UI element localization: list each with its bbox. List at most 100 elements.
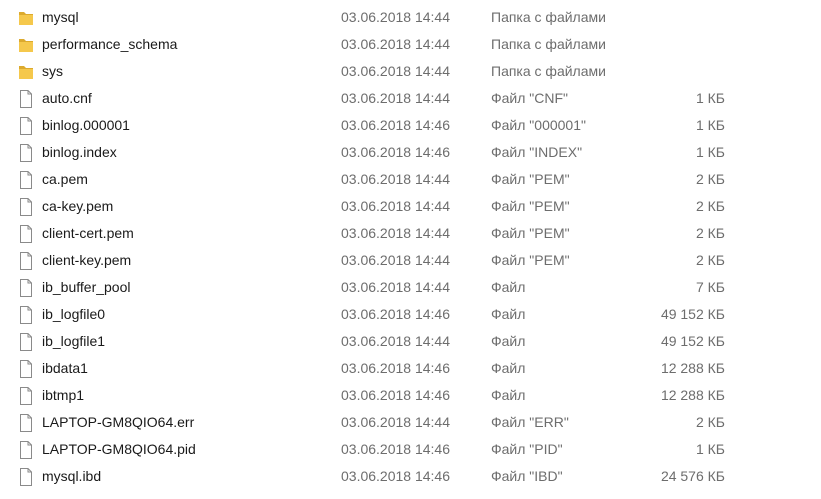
folder-icon: [18, 36, 34, 54]
file-row[interactable]: mysql 03.06.2018 14:44 Папка с файлами: [0, 4, 821, 31]
file-size: 49 152 КБ: [660, 306, 725, 322]
file-type: Файл "IBD": [491, 468, 563, 484]
file-icon: [18, 117, 34, 135]
file-date-modified: 03.06.2018 14:46: [341, 144, 450, 160]
file-name: ca.pem: [42, 171, 88, 187]
file-row[interactable]: LAPTOP-GM8QIO64.err 03.06.2018 14:44 Файл …: [0, 409, 821, 436]
file-name: ibtmp1: [42, 387, 85, 403]
file-date-modified: 03.06.2018 14:44: [341, 9, 450, 25]
folder-icon: [18, 9, 34, 27]
file-type: Файл "PEM": [491, 198, 570, 214]
file-name: mysql: [42, 9, 79, 25]
file-size: 12 288 КБ: [660, 360, 725, 376]
file-date-modified: 03.06.2018 14:46: [341, 306, 450, 322]
file-name: binlog.index: [42, 144, 117, 160]
file-row[interactable]: sys 03.06.2018 14:44 Папка с файлами: [0, 58, 821, 85]
file-row[interactable]: ib_buffer_pool 03.06.2018 14:44 Файл 7 КБ: [0, 274, 821, 301]
file-row[interactable]: ib_logfile0 03.06.2018 14:46 Файл 49 152 КБ: [0, 301, 821, 328]
file-date-modified: 03.06.2018 14:44: [341, 252, 450, 268]
file-type: Файл: [491, 333, 526, 349]
file-icon: [18, 252, 34, 270]
file-date-modified: 03.06.2018 14:44: [341, 63, 450, 79]
file-type: Файл "ERR": [491, 414, 569, 430]
file-type: Файл: [491, 279, 526, 295]
file-icon: [18, 198, 34, 216]
file-type: Файл "PEM": [491, 171, 570, 187]
file-row[interactable]: LAPTOP-GM8QIO64.pid 03.06.2018 14:46 Файл …: [0, 436, 821, 463]
file-size: 24 576 КБ: [660, 468, 725, 484]
file-date-modified: 03.06.2018 14:44: [341, 171, 450, 187]
file-icon: [18, 468, 34, 486]
file-row[interactable]: binlog.000001 03.06.2018 14:46 Файл "00000…: [0, 112, 821, 139]
file-type: Файл "PID": [491, 441, 563, 457]
file-type: Файл "CNF": [491, 90, 569, 106]
file-icon: [18, 306, 34, 324]
file-icon: [18, 144, 34, 162]
file-type: Папка с файлами: [491, 63, 606, 79]
file-name: ibdata1: [42, 360, 88, 376]
file-icon: [18, 441, 34, 459]
file-size: 2 КБ: [695, 198, 725, 214]
file-size: 1 КБ: [695, 441, 725, 457]
file-size: [600, 31, 725, 58]
file-name: auto.cnf: [42, 90, 92, 106]
file-icon: [18, 387, 34, 405]
file-icon: [18, 333, 34, 351]
file-icon: [18, 171, 34, 189]
file-list: mysql 03.06.2018 14:44 Папка с файлами perf…: [0, 4, 821, 490]
file-row[interactable]: ca.pem 03.06.2018 14:44 Файл "PEM" 2 КБ: [0, 166, 821, 193]
file-size: 7 КБ: [695, 279, 725, 295]
file-row[interactable]: ca-key.pem 03.06.2018 14:44 Файл "PEM" 2 КБ: [0, 193, 821, 220]
file-date-modified: 03.06.2018 14:46: [341, 117, 450, 133]
file-date-modified: 03.06.2018 14:46: [341, 468, 450, 484]
file-name: LAPTOP-GM8QIO64.pid: [42, 441, 196, 457]
file-name: ca-key.pem: [42, 198, 114, 214]
file-icon: [18, 360, 34, 378]
file-row[interactable]: auto.cnf 03.06.2018 14:44 Файл "CNF" 1 КБ: [0, 85, 821, 112]
file-type: Файл "PEM": [491, 252, 570, 268]
file-icon: [18, 414, 34, 432]
file-date-modified: 03.06.2018 14:46: [341, 441, 450, 457]
file-type: Папка с файлами: [491, 9, 606, 25]
file-row[interactable]: performance_schema 03.06.2018 14:44 Папка …: [0, 31, 821, 58]
file-type: Файл "000001": [491, 117, 586, 133]
file-name: ib_logfile1: [42, 333, 106, 349]
file-name: performance_schema: [42, 36, 178, 52]
file-name: binlog.000001: [42, 117, 130, 133]
file-name: client-cert.pem: [42, 225, 134, 241]
file-icon: [18, 90, 34, 108]
file-icon: [18, 225, 34, 243]
file-type: Файл "PEM": [491, 225, 570, 241]
file-size: 2 КБ: [695, 414, 725, 430]
file-date-modified: 03.06.2018 14:46: [341, 387, 450, 403]
folder-icon: [18, 63, 34, 81]
file-row[interactable]: ibtmp1 03.06.2018 14:46 Файл 12 288 КБ: [0, 382, 821, 409]
file-size: 2 КБ: [695, 171, 725, 187]
file-icon: [18, 279, 34, 297]
file-size: 1 КБ: [695, 144, 725, 160]
file-row[interactable]: ib_logfile1 03.06.2018 14:44 Файл 49 152 КБ: [0, 328, 821, 355]
file-row[interactable]: binlog.index 03.06.2018 14:46 Файл "INDEX"…: [0, 139, 821, 166]
file-size: 1 КБ: [695, 90, 725, 106]
file-date-modified: 03.06.2018 14:44: [341, 279, 450, 295]
file-type: Файл: [491, 387, 526, 403]
file-row[interactable]: mysql.ibd 03.06.2018 14:46 Файл "IBD" 24 57…: [0, 463, 821, 490]
file-date-modified: 03.06.2018 14:46: [341, 360, 450, 376]
file-row[interactable]: client-key.pem 03.06.2018 14:44 Файл "PEM"…: [0, 247, 821, 274]
file-type: Файл "INDEX": [491, 144, 583, 160]
file-row[interactable]: ibdata1 03.06.2018 14:46 Файл 12 288 КБ: [0, 355, 821, 382]
file-size: 2 КБ: [695, 225, 725, 241]
file-size: 2 КБ: [695, 252, 725, 268]
file-type: Файл: [491, 360, 526, 376]
file-size: 1 КБ: [695, 117, 725, 133]
file-row[interactable]: client-cert.pem 03.06.2018 14:44 Файл "PEM…: [0, 220, 821, 247]
file-date-modified: 03.06.2018 14:44: [341, 225, 450, 241]
file-date-modified: 03.06.2018 14:44: [341, 333, 450, 349]
file-size: 49 152 КБ: [660, 333, 725, 349]
file-size: 12 288 КБ: [660, 387, 725, 403]
file-date-modified: 03.06.2018 14:44: [341, 36, 450, 52]
file-date-modified: 03.06.2018 14:44: [341, 198, 450, 214]
file-name: mysql.ibd: [42, 468, 102, 484]
file-name: sys: [42, 63, 63, 79]
file-name: ib_logfile0: [42, 306, 106, 322]
